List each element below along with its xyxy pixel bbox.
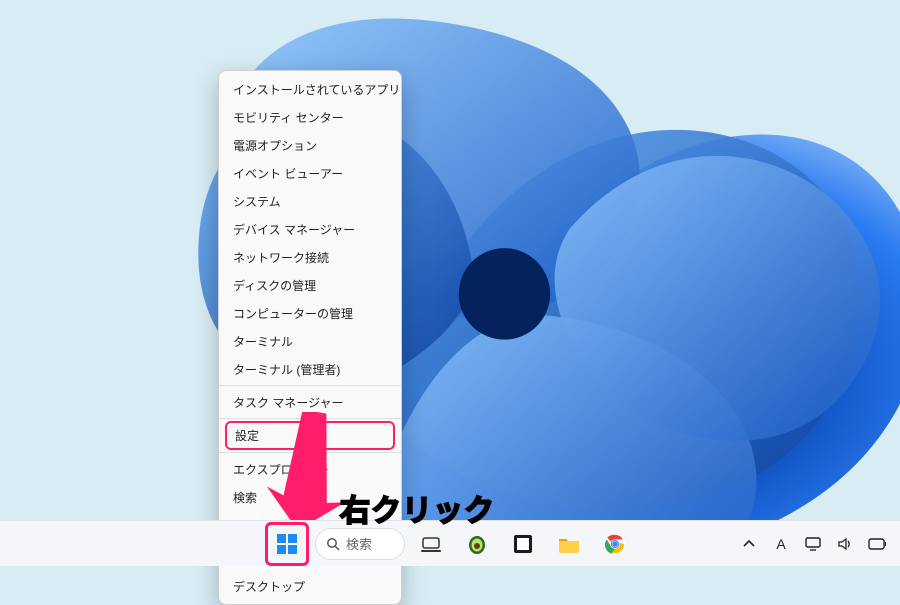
search-icon xyxy=(326,537,340,551)
menu-label: モビリティ センター xyxy=(233,111,344,125)
ime-indicator[interactable]: A xyxy=(772,536,790,552)
app-dark-icon xyxy=(512,533,534,555)
mobility-center-item[interactable]: モビリティ センター xyxy=(219,103,401,131)
menu-label: デスクトップ xyxy=(233,580,305,594)
tray-overflow-button[interactable] xyxy=(740,538,758,550)
wallpaper-bloom xyxy=(0,0,900,566)
speaker-icon xyxy=(837,537,853,551)
terminal-admin-item[interactable]: ターミナル (管理者) xyxy=(219,355,401,383)
system-tray: A xyxy=(740,536,886,552)
menu-divider xyxy=(219,385,401,386)
menu-label: 電源オプション xyxy=(233,139,317,153)
menu-label: イベント ビューアー xyxy=(233,167,343,181)
desktop-item[interactable]: デスクトップ xyxy=(219,572,401,600)
chrome-icon xyxy=(604,533,626,555)
pinned-app-dark[interactable] xyxy=(503,524,543,564)
system-item[interactable]: システム xyxy=(219,187,401,215)
menu-label: ネットワーク接続 xyxy=(233,251,329,265)
volume-icon[interactable] xyxy=(836,537,854,551)
menu-label: ディスクの管理 xyxy=(233,279,316,293)
display-icon xyxy=(805,537,821,551)
power-options-item[interactable]: 電源オプション xyxy=(219,131,401,159)
windows-logo-icon xyxy=(276,533,298,555)
search-placeholder: 検索 xyxy=(346,534,372,553)
menu-label: コンピューターの管理 xyxy=(233,307,353,321)
battery-icon[interactable] xyxy=(868,538,886,550)
disk-management-item[interactable]: ディスクの管理 xyxy=(219,271,401,299)
avocado-icon xyxy=(465,532,489,556)
file-explorer-button[interactable] xyxy=(549,524,589,564)
battery-outline-icon xyxy=(868,538,886,550)
annotation-text: 右クリック xyxy=(340,486,495,530)
installed-apps-item[interactable]: インストールされているアプリ xyxy=(219,75,401,103)
taskbar-search[interactable]: 検索 xyxy=(315,528,405,560)
folder-icon xyxy=(557,533,581,555)
menu-label: インストールされているアプリ xyxy=(233,83,400,97)
network-icon[interactable] xyxy=(804,537,822,551)
start-button-highlight xyxy=(265,522,309,566)
event-viewer-item[interactable]: イベント ビューアー xyxy=(219,159,401,187)
network-connections-item[interactable]: ネットワーク接続 xyxy=(219,243,401,271)
taskview-icon xyxy=(420,533,442,555)
start-button[interactable] xyxy=(269,526,305,562)
terminal-item[interactable]: ターミナル xyxy=(219,327,401,355)
menu-label: デバイス マネージャー xyxy=(233,223,355,237)
menu-label: ターミナル xyxy=(233,335,293,349)
chevron-up-icon xyxy=(743,538,755,550)
menu-label: システム xyxy=(233,195,281,209)
chrome-button[interactable] xyxy=(595,524,635,564)
computer-management-item[interactable]: コンピューターの管理 xyxy=(219,299,401,327)
menu-label: タスク マネージャー xyxy=(233,396,344,410)
device-manager-item[interactable]: デバイス マネージャー xyxy=(219,215,401,243)
menu-label: 検索 xyxy=(233,491,257,505)
menu-label: 設定 xyxy=(235,429,259,443)
menu-label: ターミナル (管理者) xyxy=(233,363,340,377)
